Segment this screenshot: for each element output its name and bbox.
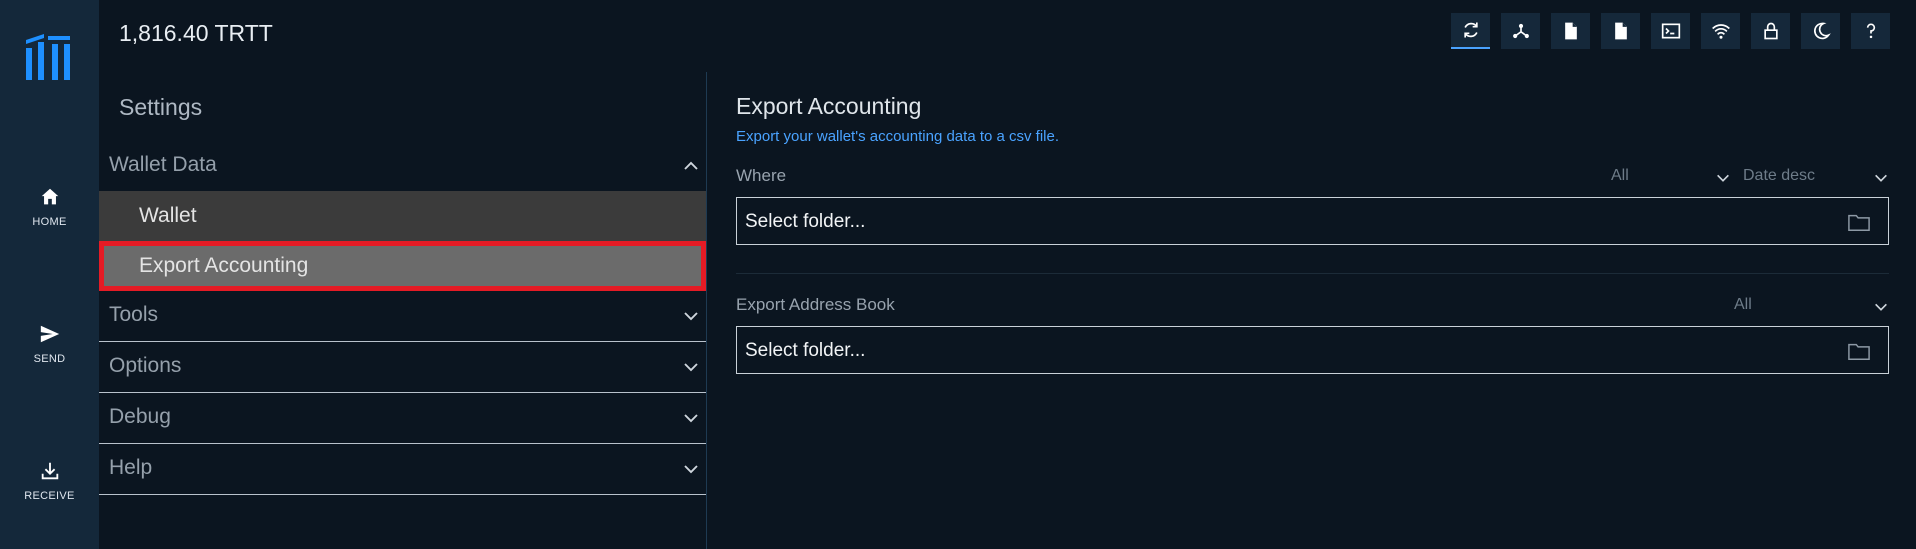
chevron-down-icon	[684, 363, 698, 372]
nav-item-export-accounting[interactable]: Export Accounting	[99, 241, 706, 291]
app-logo	[26, 34, 70, 80]
nav-send[interactable]: SEND	[0, 323, 99, 365]
network-icon	[1512, 23, 1529, 39]
section-debug[interactable]: Debug	[99, 393, 706, 444]
where-filter-dropdown[interactable]: All	[1611, 167, 1731, 185]
lock-icon	[1763, 22, 1778, 40]
help-icon	[1866, 23, 1875, 39]
folder-icon[interactable]	[1848, 212, 1870, 232]
chevron-up-icon	[684, 161, 698, 170]
file-icon	[1614, 22, 1627, 40]
nav-item-export-accounting-label: Export Accounting	[139, 254, 309, 277]
settings-nav: Wallet Data Wallet Export Accounting Too…	[99, 141, 706, 495]
nav-home-label: HOME	[32, 216, 67, 228]
nav-receive-label: RECEIVE	[24, 490, 75, 502]
nav-receive[interactable]: RECEIVE	[0, 460, 99, 502]
nav-item-wallet[interactable]: Wallet	[99, 191, 706, 241]
chevron-down-icon	[1875, 303, 1887, 311]
section-wallet-data[interactable]: Wallet Data	[99, 141, 706, 191]
chevron-down-icon	[1875, 174, 1887, 182]
section-help-label: Help	[109, 456, 153, 479]
receive-icon	[41, 462, 58, 480]
address-book-label: Export Address Book	[736, 295, 895, 314]
settings-title: Settings	[119, 94, 203, 120]
panel-divider	[706, 72, 707, 549]
nav-send-label: SEND	[33, 353, 66, 365]
wallet-balance: 1,816.40 TRTT	[119, 20, 273, 46]
where-label: Where	[736, 166, 787, 185]
folder-icon[interactable]	[1848, 341, 1870, 361]
wifi-icon	[1711, 24, 1730, 39]
section-tools-label: Tools	[109, 303, 159, 326]
chevron-down-icon	[1717, 174, 1729, 182]
address-book-folder-value: Select folder...	[745, 340, 866, 361]
chevron-down-icon	[684, 414, 698, 423]
network-button[interactable]	[1501, 13, 1540, 49]
section-options[interactable]: Options	[99, 342, 706, 393]
file-icon	[1564, 22, 1577, 40]
lock-button[interactable]	[1751, 13, 1790, 49]
where-filter-value: All	[1611, 167, 1629, 184]
chevron-down-icon	[684, 312, 698, 321]
section-options-label: Options	[109, 354, 182, 377]
where-folder-field[interactable]: Select folder...	[736, 197, 1889, 245]
file-button-2[interactable]	[1601, 13, 1640, 49]
home-icon	[41, 188, 58, 205]
nav-home[interactable]: HOME	[0, 186, 99, 228]
send-icon	[40, 325, 59, 343]
terminal-button[interactable]	[1651, 13, 1690, 49]
address-book-folder-field[interactable]: Select folder...	[736, 326, 1889, 374]
theme-button[interactable]	[1801, 13, 1840, 49]
help-button[interactable]	[1851, 13, 1890, 49]
section-divider	[736, 273, 1889, 274]
section-wallet-data-label: Wallet Data	[109, 153, 217, 176]
wifi-button[interactable]	[1701, 13, 1740, 49]
file-button-1[interactable]	[1551, 13, 1590, 49]
terminal-icon	[1661, 23, 1680, 39]
where-sort-dropdown[interactable]: Date desc	[1743, 167, 1889, 185]
page-title: Export Accounting	[736, 93, 922, 119]
address-book-filter-dropdown[interactable]: All	[1734, 296, 1889, 314]
address-book-filter-value: All	[1734, 296, 1752, 313]
where-folder-value: Select folder...	[745, 211, 866, 232]
chevron-down-icon	[684, 465, 698, 474]
refresh-button[interactable]	[1451, 13, 1490, 49]
left-rail: HOME SEND RECEIVE	[0, 0, 99, 549]
moon-icon	[1813, 22, 1831, 40]
nav-item-wallet-label: Wallet	[139, 204, 197, 227]
page-description: Export your wallet's accounting data to …	[736, 128, 1060, 145]
section-tools[interactable]: Tools	[99, 291, 706, 342]
toolbar	[1451, 13, 1890, 49]
where-sort-value: Date desc	[1743, 167, 1816, 184]
section-debug-label: Debug	[109, 405, 171, 428]
section-help[interactable]: Help	[99, 444, 706, 495]
refresh-icon	[1463, 22, 1478, 38]
